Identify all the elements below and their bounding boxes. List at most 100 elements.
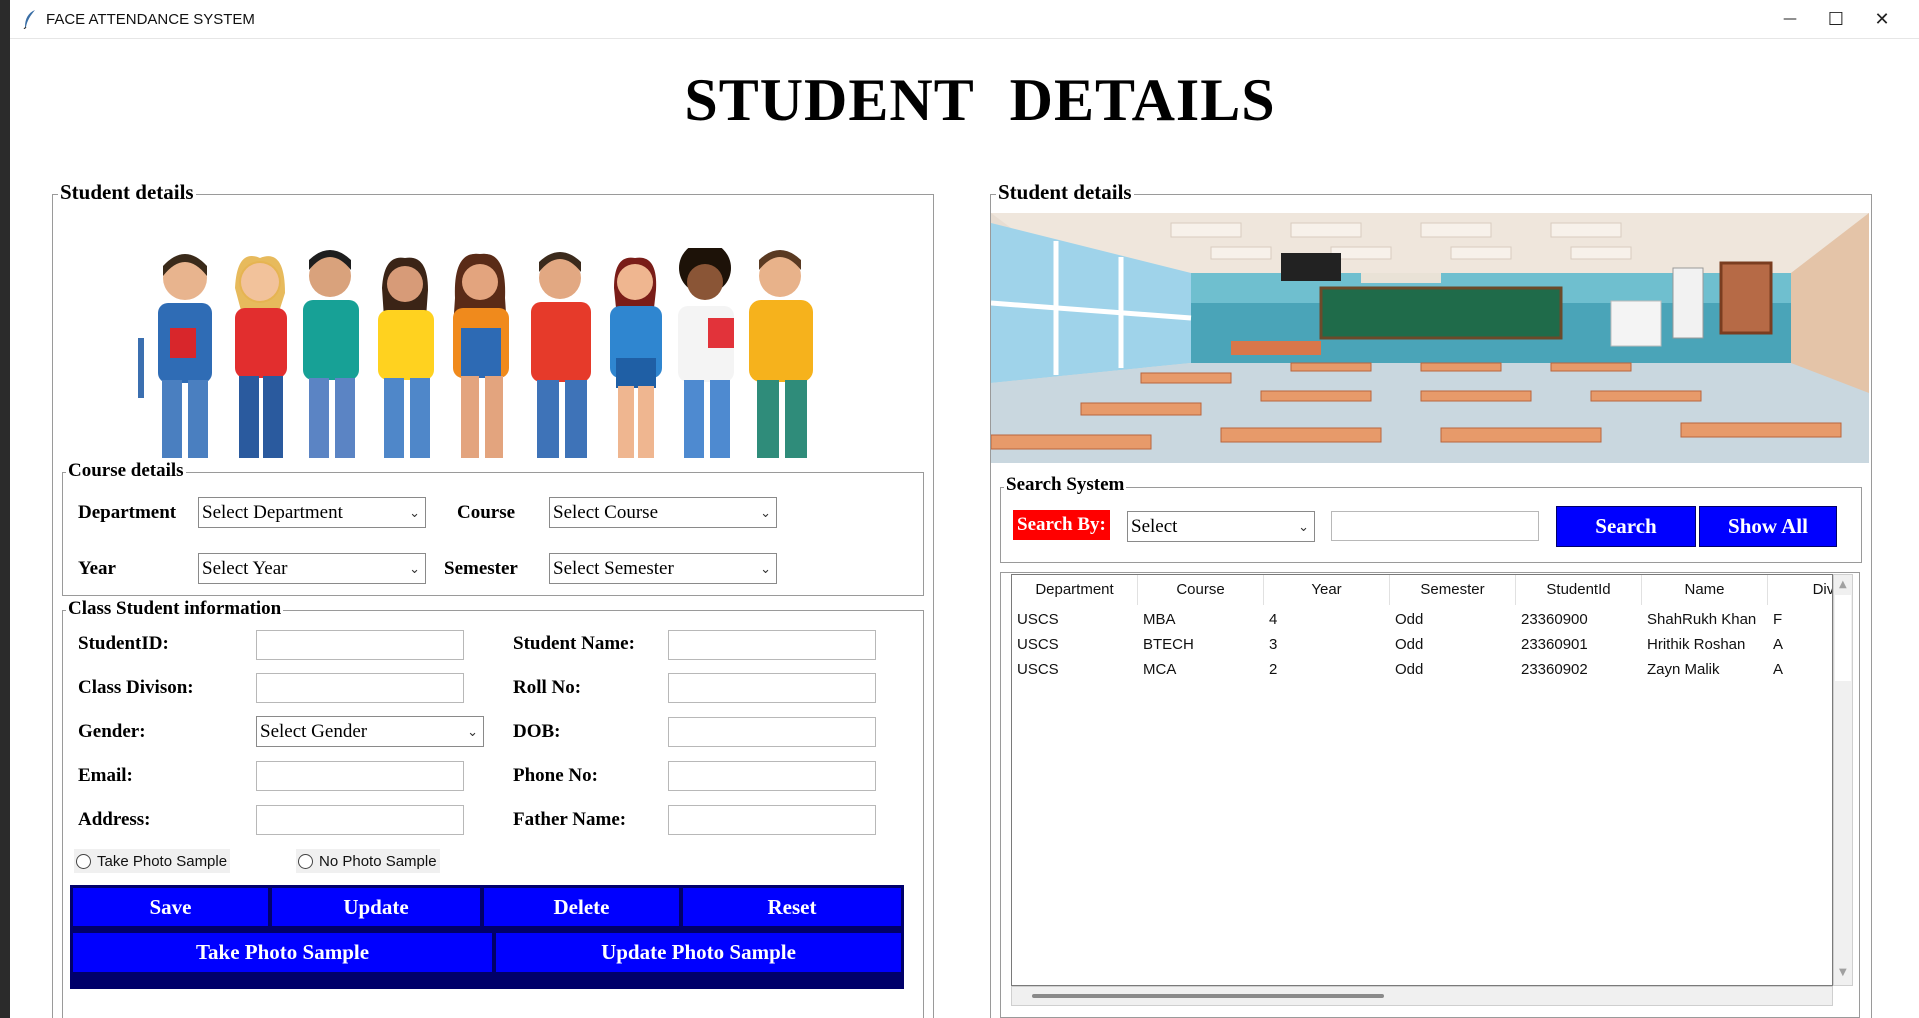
email-label: Email: [78, 765, 133, 786]
student-name-label: Student Name: [513, 633, 635, 654]
class-division-field[interactable] [256, 673, 464, 703]
column-header[interactable]: Course [1138, 575, 1264, 605]
table-cell: MCA [1143, 661, 1177, 678]
table-cell: 4 [1269, 611, 1278, 628]
maximize-button[interactable]: ☐ [1813, 0, 1859, 38]
scroll-down-icon[interactable]: ▼ [1839, 967, 1847, 978]
vertical-scroll-thumb[interactable] [1835, 595, 1851, 681]
student-figures [138, 248, 813, 458]
column-header[interactable]: Department [1012, 575, 1138, 605]
dob-label: DOB: [513, 721, 561, 742]
phone-no-field[interactable] [668, 761, 876, 791]
table-header: Department Course Year Semester StudentId Nam… [1012, 575, 1832, 605]
roll-no-label: Roll No: [513, 677, 582, 698]
students-illustration [138, 248, 813, 458]
phone-no-label: Phone No: [513, 765, 598, 786]
vertical-scrollbar[interactable]: ▲ ▼ [1833, 574, 1853, 986]
table-cell: Odd [1395, 611, 1424, 628]
update-photo-sample-button[interactable]: Update Photo Sample [495, 932, 902, 973]
class-student-info-legend: Class Student information [66, 598, 284, 620]
column-header[interactable]: Name [1642, 575, 1768, 605]
table-cell: A [1773, 636, 1784, 653]
student-id-field[interactable] [256, 630, 464, 660]
year-combo[interactable]: Select Year ⌄ [198, 553, 426, 584]
chevron-down-icon: ⌄ [1298, 520, 1309, 535]
father-name-label: Father Name: [513, 809, 627, 830]
update-button[interactable]: Update [271, 887, 481, 927]
feather-icon [23, 10, 35, 29]
department-combo-value: Select Department [202, 502, 343, 523]
right-panel-legend: Student details [996, 180, 1134, 205]
table-cell: 23360900 [1521, 611, 1588, 628]
search-system-legend: Search System [1004, 474, 1127, 496]
email-field[interactable] [256, 761, 464, 791]
father-name-field[interactable] [668, 805, 876, 835]
class-division-label: Class Divison: [78, 677, 194, 698]
gender-combo[interactable]: Select Gender ⌄ [256, 716, 484, 747]
table-cell: MBA [1143, 611, 1176, 628]
department-combo[interactable]: Select Department ⌄ [198, 497, 426, 528]
chevron-down-icon: ⌄ [467, 725, 478, 740]
page-title: STUDENT DETAILS [684, 67, 1276, 133]
semester-combo[interactable]: Select Semester ⌄ [549, 553, 777, 584]
chevron-down-icon: ⌄ [409, 562, 420, 577]
search-input[interactable] [1331, 511, 1539, 541]
horizontal-scrollbar[interactable] [1011, 986, 1833, 1006]
address-label: Address: [78, 809, 151, 830]
radio-circle-icon [298, 853, 313, 869]
minimize-button[interactable]: — [1767, 0, 1813, 38]
student-name-field[interactable] [668, 630, 876, 660]
table-cell: 2 [1269, 661, 1278, 678]
no-photo-radio-label: No Photo Sample [319, 852, 437, 870]
student-table[interactable]: Department Course Year Semester StudentId Nam… [1011, 574, 1833, 986]
column-header[interactable]: Semester [1390, 575, 1516, 605]
save-button[interactable]: Save [72, 887, 269, 927]
address-field[interactable] [256, 805, 464, 835]
take-photo-radio-label: Take Photo Sample [97, 852, 228, 870]
window-title: FACE ATTENDANCE SYSTEM [46, 11, 255, 28]
close-button[interactable]: ✕ [1859, 0, 1905, 38]
table-cell: USCS [1017, 661, 1059, 678]
table-cell: ShahRukh Khan [1647, 611, 1757, 628]
delete-button[interactable]: Delete [483, 887, 680, 927]
table-cell: 23360902 [1521, 661, 1588, 678]
column-header[interactable]: Year [1264, 575, 1390, 605]
gender-label: Gender: [78, 721, 146, 742]
column-header[interactable]: StudentId [1516, 575, 1642, 605]
left-panel-legend: Student details [58, 180, 196, 205]
chevron-down-icon: ⌄ [409, 506, 420, 521]
dob-field[interactable] [668, 717, 876, 747]
table-row[interactable]: USCS BTECH 3 Odd 23360901 Hrithik Roshan A [1012, 632, 1832, 657]
horizontal-scroll-thumb[interactable] [1032, 994, 1384, 998]
chevron-down-icon: ⌄ [760, 506, 771, 521]
course-label: Course [457, 502, 516, 523]
roll-no-field[interactable] [668, 673, 876, 703]
table-cell: USCS [1017, 636, 1059, 653]
student-id-label: StudentID: [78, 633, 169, 654]
reset-button[interactable]: Reset [682, 887, 902, 927]
search-button[interactable]: Search [1556, 506, 1696, 547]
table-row[interactable]: USCS MBA 4 Odd 23360900 ShahRukh Khan F [1012, 607, 1832, 632]
search-by-combo-value: Select [1131, 516, 1178, 537]
scroll-up-icon[interactable]: ▲ [1839, 579, 1847, 590]
take-photo-sample-button[interactable]: Take Photo Sample [72, 932, 493, 973]
take-photo-radio[interactable]: Take Photo Sample [74, 849, 231, 873]
department-label: Department [78, 502, 177, 523]
app-window: FACE ATTENDANCE SYSTEM — ☐ ✕ STUDENT DET… [10, 0, 1919, 1018]
table-row[interactable]: USCS MCA 2 Odd 23360902 Zayn Malik A [1012, 657, 1832, 682]
course-combo-value: Select Course [553, 502, 659, 523]
table-cell: Odd [1395, 636, 1424, 653]
table-cell: Hrithik Roshan [1647, 636, 1746, 653]
year-label: Year [78, 558, 116, 579]
title-bar: FACE ATTENDANCE SYSTEM — ☐ ✕ [10, 0, 1919, 39]
search-by-label: Search By: [1013, 510, 1110, 540]
gender-combo-value: Select Gender [260, 721, 368, 742]
course-combo[interactable]: Select Course ⌄ [549, 497, 777, 528]
table-cell: Zayn Malik [1647, 661, 1720, 678]
search-by-combo[interactable]: Select ⌄ [1127, 511, 1315, 542]
no-photo-radio[interactable]: No Photo Sample [296, 849, 440, 873]
table-cell: A [1773, 661, 1784, 678]
show-all-button[interactable]: Show All [1699, 506, 1837, 547]
table-cell: F [1773, 611, 1783, 628]
column-header[interactable]: Divisi [1768, 575, 1832, 605]
